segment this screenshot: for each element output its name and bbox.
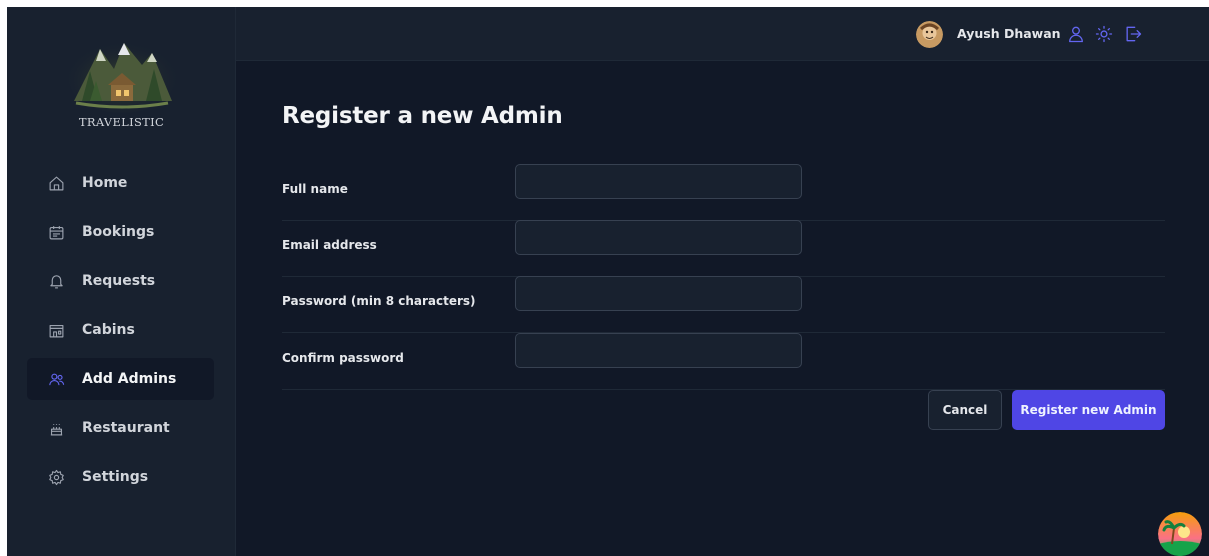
sidebar-item-label: Home [82,175,128,191]
sidebar-item-add-admins[interactable]: Add Admins [27,358,214,400]
sidebar-item-label: Cabins [82,322,135,338]
password-label: Password (min 8 characters) [282,294,476,308]
user-icon[interactable] [1066,24,1086,44]
gear-icon [47,468,65,486]
email-field[interactable] [515,220,802,255]
sidebar-item-cabins[interactable]: Cabins [27,309,214,351]
logo-image [67,41,176,113]
users-icon [47,370,65,388]
sidebar-item-label: Settings [82,469,149,485]
user-name: Ayush Dhawan [957,26,1061,41]
email-label: Email address [282,238,377,252]
sidebar-item-settings[interactable]: Settings [27,456,214,498]
sidebar-item-label: Requests [82,273,156,289]
form-row-confirm-password: Confirm password [282,333,1165,390]
avatar[interactable] [916,21,943,48]
brand-name: TRAVELISTIC [78,115,165,129]
confirm-password-field[interactable] [515,333,802,368]
app-window: TRAVELISTIC Home Bookings Requests Cabin… [7,7,1209,556]
sidebar-item-label: Add Admins [82,371,177,387]
cake-icon [47,419,65,437]
sidebar-item-restaurant[interactable]: Restaurant [27,407,214,449]
home-icon [47,174,65,192]
sidebar-nav: Home Bookings Requests Cabins Add Admins… [27,162,214,505]
chatbot-launcher-icon[interactable] [1158,512,1202,556]
sun-icon[interactable] [1094,24,1114,44]
cancel-button[interactable]: Cancel [928,390,1002,430]
header: Ayush Dhawan [236,7,1209,61]
register-admin-button[interactable]: Register new Admin [1012,390,1165,430]
confirm-password-label: Confirm password [282,351,404,365]
form-row-full-name: Full name [282,164,1165,221]
cabin-icon [47,321,65,339]
sidebar-item-label: Bookings [82,224,155,240]
sidebar: TRAVELISTIC Home Bookings Requests Cabin… [7,7,236,556]
sidebar-item-requests[interactable]: Requests [27,260,214,302]
logo[interactable]: TRAVELISTIC [7,35,236,129]
sidebar-item-label: Restaurant [82,420,170,436]
sidebar-item-home[interactable]: Home [27,162,214,204]
full-name-label: Full name [282,182,348,196]
form-row-email: Email address [282,220,1165,277]
full-name-field[interactable] [515,164,802,199]
form-row-password: Password (min 8 characters) [282,276,1165,333]
page-title: Register a new Admin [282,103,563,129]
calendar-icon [47,223,65,241]
logout-icon[interactable] [1123,24,1143,44]
bell-icon [47,272,65,290]
password-field[interactable] [515,276,802,311]
sidebar-item-bookings[interactable]: Bookings [27,211,214,253]
